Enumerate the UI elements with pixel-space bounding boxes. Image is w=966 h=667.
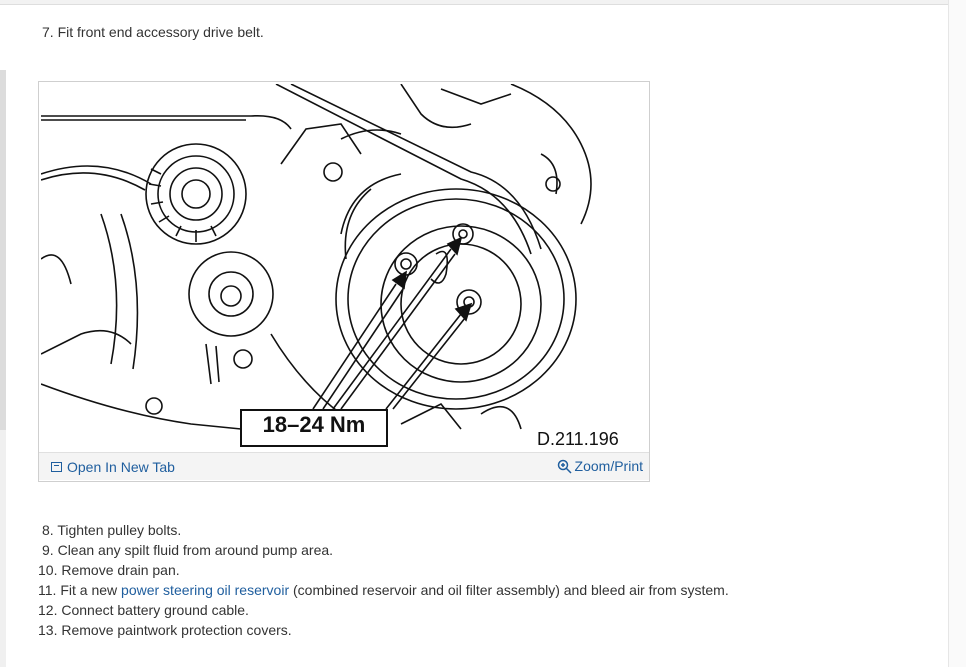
step-number: 7. (42, 24, 54, 40)
step-9: 9. Clean any spilt fluid from around pum… (42, 540, 333, 560)
open-in-new-tab-link[interactable]: Open In New Tab (51, 459, 175, 475)
step-number: 12. (38, 602, 58, 618)
torque-label: 18–24 Nm (262, 412, 366, 437)
step-text: Clean any spilt fluid from around pump a… (57, 542, 334, 558)
vertical-scrollbar[interactable] (948, 0, 966, 667)
step-number: 10. (38, 562, 58, 578)
top-toolbar-edge (0, 0, 948, 5)
step-8: 8. Tighten pulley bolts. (42, 520, 181, 540)
left-panel-edge-lower (0, 430, 6, 667)
magnifier-icon (557, 459, 572, 474)
step-13: 13. Remove paintwork protection covers. (38, 620, 292, 640)
zoom-print-label: Zoom/Print (574, 458, 643, 474)
step-number: 13. (38, 622, 58, 638)
step-text: Fit front end accessory drive belt. (57, 24, 264, 40)
step-text-pre: Fit a new (60, 582, 122, 598)
step-text: Tighten pulley bolts. (57, 522, 182, 538)
left-panel-edge (0, 70, 6, 430)
figure-id-label: D.211.196 (537, 429, 619, 449)
step-11: 11. Fit a new power steering oil reservo… (38, 580, 729, 600)
step-10: 10. Remove drain pan. (38, 560, 180, 580)
step-7: 7. Fit front end accessory drive belt. (42, 22, 264, 42)
step-text: Remove drain pan. (61, 562, 180, 578)
step-number: 11. (38, 582, 57, 598)
diagram-figure: 18–24 Nm D.211.196 Open In New Tab Zoom/… (38, 81, 650, 482)
step-text-post: (combined reservoir and oil filter assem… (289, 582, 729, 598)
pulley-diagram-image: 18–24 Nm D.211.196 (41, 84, 647, 450)
power-steering-reservoir-link[interactable]: power steering oil reservoir (121, 582, 289, 598)
new-tab-icon (51, 462, 62, 472)
step-text: Remove paintwork protection covers. (61, 622, 292, 638)
figure-footer: Open In New Tab Zoom/Print (39, 452, 649, 480)
step-12: 12. Connect battery ground cable. (38, 600, 249, 620)
zoom-print-link[interactable]: Zoom/Print (557, 458, 643, 474)
step-number: 8. (42, 522, 54, 538)
step-number: 9. (42, 542, 54, 558)
step-text: Connect battery ground cable. (61, 602, 249, 618)
open-tab-label: Open In New Tab (67, 459, 175, 475)
